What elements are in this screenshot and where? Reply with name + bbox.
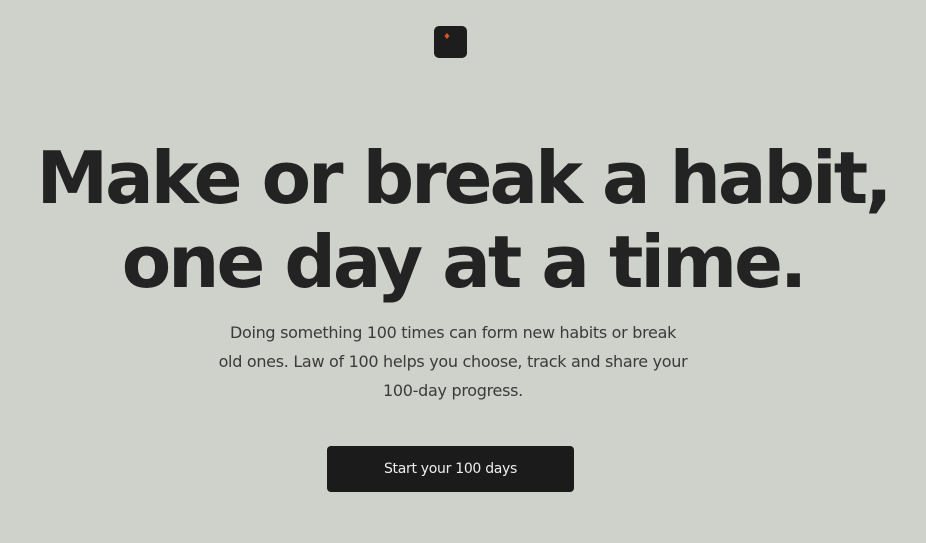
hero-headline-line-2: one day at a time. — [121, 220, 808, 304]
hero-subtitle: Doing something 100 times can form new h… — [190, 318, 716, 405]
flame-icon — [444, 33, 450, 39]
logo[interactable] — [434, 26, 467, 58]
start-100-days-button[interactable]: Start your 100 days — [327, 446, 574, 492]
hero-headline: Make or break a habit, one day at a time… — [0, 136, 926, 304]
hero-subtitle-line-2: old ones. Law of 100 helps you choose, t… — [218, 352, 688, 371]
hero-subtitle-line-3: 100-day progress. — [383, 381, 523, 400]
hero-headline-line-1: Make or break a habit, — [36, 136, 892, 220]
hero-subtitle-line-1: Doing something 100 times can form new h… — [229, 323, 677, 342]
